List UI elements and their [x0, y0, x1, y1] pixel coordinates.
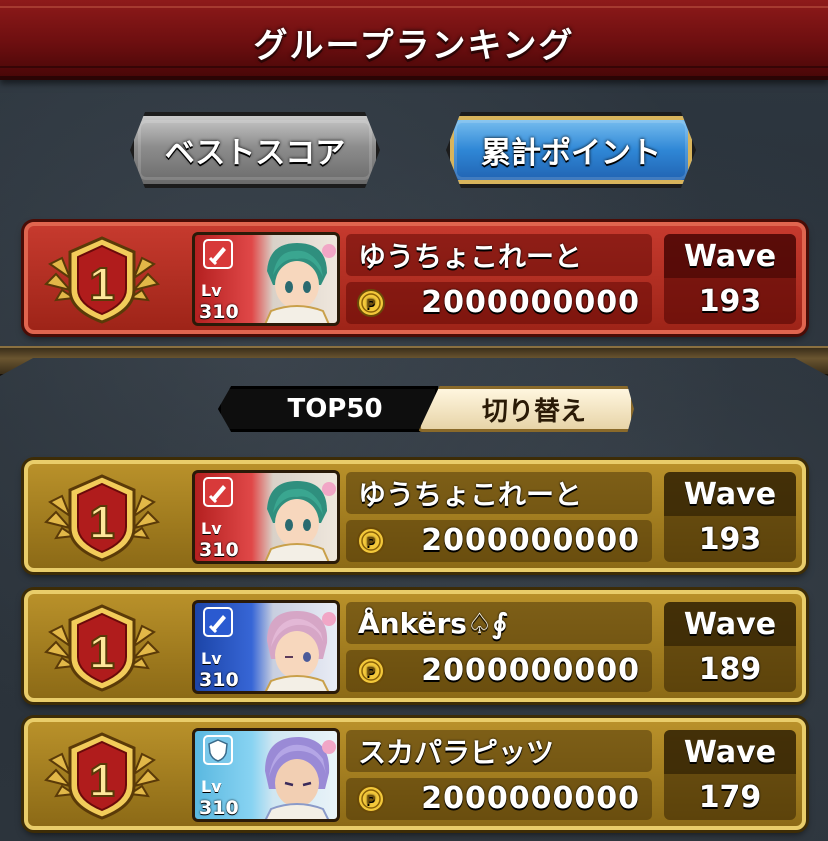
- score-box: P 2000000000: [346, 778, 652, 820]
- wave-value: 193: [698, 283, 762, 319]
- best-score-button[interactable]: ベストスコア: [130, 112, 380, 188]
- score-value: 2000000000: [421, 285, 640, 320]
- rank-number: 1: [89, 258, 115, 310]
- rank-number: 1: [89, 626, 115, 678]
- svg-text:P: P: [367, 664, 376, 679]
- wave-box: Wave 179: [664, 730, 796, 820]
- header-bar: グループランキング: [0, 0, 828, 80]
- character-avatar: [264, 243, 336, 323]
- my-rank-row[interactable]: 1 Lv 310 ゆうちょこれーと P 2000000000 Wave 193: [24, 222, 806, 334]
- rank-medal-icon: 1: [44, 604, 160, 692]
- rank-medal-icon: 1: [44, 474, 160, 562]
- svg-text:P: P: [367, 792, 376, 807]
- wave-value: 179: [698, 779, 762, 815]
- level-label: Lv: [201, 777, 222, 796]
- character-portrait[interactable]: Lv 310: [192, 232, 340, 326]
- player-name: ゆうちょこれーと: [346, 234, 652, 276]
- wave-label: Wave: [664, 730, 796, 774]
- wave-value: 193: [698, 521, 762, 557]
- wave-label: Wave: [664, 472, 796, 516]
- score-value: 2000000000: [421, 523, 640, 558]
- level-label: Lv: [201, 281, 222, 300]
- player-name: スカパラピッツ: [346, 730, 652, 772]
- level-label: Lv: [201, 649, 222, 668]
- level-value: 310: [199, 301, 239, 323]
- character-avatar: [264, 481, 336, 561]
- ranking-row[interactable]: 1 Lv 310 スカパラピッツ P 2000000000 Wave 179: [24, 718, 806, 830]
- rank-number: 1: [89, 754, 115, 806]
- level-value: 310: [199, 539, 239, 561]
- sword-icon: [203, 477, 233, 507]
- score-box: P 2000000000: [346, 282, 652, 324]
- score-value: 2000000000: [421, 781, 640, 816]
- character-portrait[interactable]: Lv 310: [192, 470, 340, 564]
- rank-number: 1: [89, 496, 115, 548]
- rank-medal-icon: 1: [44, 732, 160, 820]
- ranking-row[interactable]: 1 Lv 310 Ånkërs♤∮ P 2000000000 Wave 189: [24, 590, 806, 702]
- score-box: P 2000000000: [346, 520, 652, 562]
- sword-icon: [203, 239, 233, 269]
- shield-icon: [203, 735, 233, 765]
- wave-label: Wave: [664, 602, 796, 646]
- top50-label: TOP50: [218, 386, 438, 432]
- level-value: 310: [199, 669, 239, 691]
- total-points-button[interactable]: 累計ポイント: [446, 112, 696, 188]
- character-avatar: [264, 611, 336, 691]
- level-value: 310: [199, 797, 239, 819]
- character-portrait[interactable]: Lv 310: [192, 728, 340, 822]
- wave-box: Wave 189: [664, 602, 796, 692]
- sword-icon: [203, 607, 233, 637]
- switch-button[interactable]: 切り替え: [418, 386, 634, 432]
- svg-text:P: P: [367, 534, 376, 549]
- point-coin-icon: P: [357, 657, 385, 685]
- rank-medal-icon: 1: [44, 236, 160, 324]
- wave-label: Wave: [664, 234, 796, 278]
- point-coin-icon: P: [357, 527, 385, 555]
- wave-box: Wave 193: [664, 234, 796, 324]
- svg-text:P: P: [367, 296, 376, 311]
- page-title: グループランキング: [253, 26, 575, 66]
- wave-box: Wave 193: [664, 472, 796, 562]
- level-label: Lv: [201, 519, 222, 538]
- point-coin-icon: P: [357, 289, 385, 317]
- player-name: ゆうちょこれーと: [346, 472, 652, 514]
- wave-value: 189: [698, 651, 762, 687]
- ranking-row[interactable]: 1 Lv 310 ゆうちょこれーと P 2000000000 Wave 193: [24, 460, 806, 572]
- character-portrait[interactable]: Lv 310: [192, 600, 340, 694]
- player-name: Ånkërs♤∮: [346, 602, 652, 644]
- top50-toggle[interactable]: TOP50 切り替え: [218, 386, 634, 432]
- score-box: P 2000000000: [346, 650, 652, 692]
- character-avatar: [264, 737, 336, 819]
- score-value: 2000000000: [421, 653, 640, 688]
- point-coin-icon: P: [357, 785, 385, 813]
